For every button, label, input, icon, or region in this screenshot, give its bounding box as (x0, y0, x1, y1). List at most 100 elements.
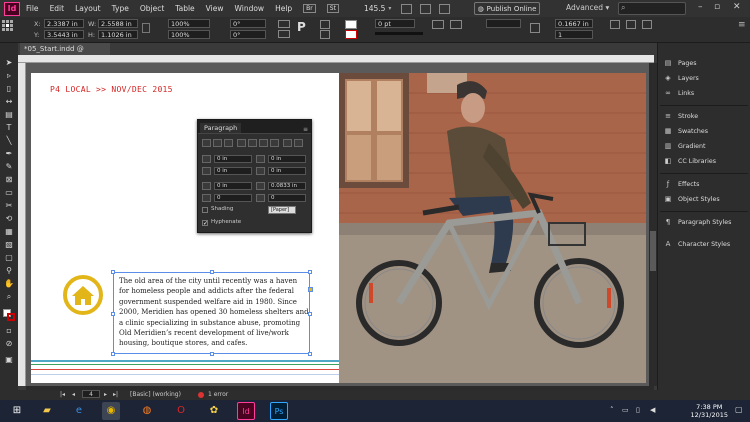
vertical-ruler[interactable] (18, 63, 26, 386)
publish-online-button[interactable]: ◍ Publish Online (474, 2, 540, 15)
out-port-icon[interactable] (308, 287, 313, 292)
select-content-icon[interactable] (320, 30, 330, 39)
stock-icon[interactable]: St (326, 4, 339, 13)
firefox-icon[interactable]: ◍ (138, 402, 156, 420)
tray-volume-icon[interactable]: ◀ (650, 406, 655, 414)
line-tool-icon[interactable]: ╲ (4, 136, 14, 146)
cyclist-photo[interactable] (339, 73, 646, 383)
indesign-taskbar-icon[interactable]: Id (237, 402, 255, 420)
content-collector-icon[interactable]: ▤ (4, 110, 14, 120)
stroke-color-icon[interactable] (7, 313, 15, 321)
fit-content-icon[interactable] (626, 20, 636, 29)
drop-shadow-icon[interactable] (450, 20, 462, 29)
justify-center-icon[interactable] (248, 139, 257, 147)
resize-handle[interactable] (308, 312, 312, 316)
menu-file[interactable]: File (26, 4, 39, 13)
type-tool-icon[interactable]: T (4, 123, 14, 133)
width-field[interactable]: 2.5588 in (98, 19, 138, 28)
maximize-button[interactable]: ▫ (714, 2, 720, 12)
resize-handle[interactable] (111, 270, 115, 274)
panel-swatches[interactable]: ▦ Swatches (664, 125, 708, 137)
align-away-spine-icon[interactable] (294, 139, 303, 147)
shading-swatch[interactable]: [Paper] (268, 206, 296, 214)
resize-handle[interactable] (111, 352, 115, 356)
space-before-field[interactable]: 0 in (214, 182, 252, 190)
panel-menu-icon[interactable]: ≡ (303, 126, 308, 133)
page-tool-icon[interactable]: ▯ (4, 84, 14, 94)
apply-none-icon[interactable]: ⊘ (4, 339, 14, 349)
bridge-icon[interactable]: Br (303, 4, 316, 13)
zoom-tool-icon[interactable]: ⌕ (4, 292, 14, 302)
note-tool-icon[interactable]: ▢ (4, 253, 14, 263)
eyedropper-tool-icon[interactable]: ⚲ (4, 266, 14, 276)
prev-page-icon[interactable]: ◂ (72, 391, 75, 398)
folio-header[interactable]: P4 LOCAL >> NOV/DEC 2015 (50, 85, 173, 94)
gap-tool-icon[interactable]: ↔ (4, 97, 14, 107)
panel-object-styles[interactable]: ▣ Object Styles (664, 193, 720, 205)
auto-fit-icon[interactable] (610, 20, 620, 29)
flip-icon[interactable] (278, 30, 290, 38)
direct-selection-tool-icon[interactable]: ▹ (4, 71, 14, 81)
page-number-field[interactable]: 4 (82, 390, 100, 398)
shading-checkbox[interactable] (202, 207, 208, 213)
pinwheel-app-icon[interactable]: ✿ (205, 402, 223, 420)
rectangle-tool-icon[interactable]: ▭ (4, 188, 14, 198)
ref-width-field[interactable]: 0.1667 in (555, 19, 593, 28)
paragraph-panel[interactable]: Paragraph ≡ 0 in 0 in 0 in 0 in 0 in 0.0… (197, 119, 312, 233)
justify-left-icon[interactable] (237, 139, 246, 147)
last-line-indent-field[interactable]: 0 in (268, 167, 306, 175)
panel-layers[interactable]: ◈ Layers (664, 72, 699, 84)
vertical-scrollbar[interactable] (649, 63, 657, 386)
panel-character-styles[interactable]: A Character Styles (664, 238, 731, 250)
free-transform-tool-icon[interactable]: ⟲ (4, 214, 14, 224)
shear-field[interactable]: 0° (230, 30, 266, 39)
left-indent-field[interactable]: 0 in (214, 155, 252, 163)
selection-tool-icon[interactable]: ➤ (4, 58, 14, 68)
scale-x-field[interactable]: 100% (168, 19, 210, 28)
chrome-icon[interactable]: ◉ (102, 402, 120, 420)
chevron-down-icon[interactable]: ▾ (388, 5, 391, 12)
first-line-indent-field[interactable]: 0 in (214, 167, 252, 175)
screen-mode-icon[interactable] (420, 3, 432, 14)
gradient-tool-icon[interactable]: ▦ (4, 227, 14, 237)
tray-battery-icon[interactable]: ▯ (636, 406, 640, 414)
gradient-feather-tool-icon[interactable]: ▧ (4, 240, 14, 250)
error-count[interactable]: 1 error (208, 391, 228, 398)
resize-handle[interactable] (210, 352, 214, 356)
file-explorer-icon[interactable]: ▰ (38, 402, 56, 420)
panel-menu-icon[interactable]: ≡ (738, 20, 746, 38)
rectangle-frame-tool-icon[interactable]: ⊠ (4, 175, 14, 185)
scissors-tool-icon[interactable]: ✂ (4, 201, 14, 211)
align-left-icon[interactable] (202, 139, 211, 147)
drop-cap-chars-field[interactable]: 0 (268, 194, 306, 202)
formatting-affects-container-icon[interactable]: ▫ (4, 326, 14, 336)
tray-up-icon[interactable]: ˄ (610, 406, 614, 414)
body-text[interactable]: The old area of the city until recently … (119, 276, 309, 349)
hand-tool-icon[interactable]: ✋ (4, 279, 14, 289)
select-container-icon[interactable] (320, 20, 330, 29)
fx-icon[interactable] (432, 20, 444, 29)
document-tab[interactable]: *05_Start.indd @ 146%× (20, 43, 110, 65)
menu-object[interactable]: Object (140, 4, 164, 13)
first-page-icon[interactable]: |◂ (60, 391, 65, 398)
menu-view[interactable]: View (206, 4, 224, 13)
tray-network-icon[interactable]: ▭ (622, 406, 629, 414)
y-field[interactable]: 3.5443 in (44, 30, 84, 39)
pen-tool-icon[interactable]: ✒ (4, 149, 14, 159)
photoshop-taskbar-icon[interactable]: Ps (270, 402, 288, 420)
fill-frame-icon[interactable] (642, 20, 652, 29)
stroke-type-selector[interactable] (375, 32, 423, 35)
panel-paragraph-styles[interactable]: ¶ Paragraph Styles (664, 216, 732, 228)
stroke-swatch-icon[interactable] (345, 30, 357, 39)
align-right-icon[interactable] (224, 139, 233, 147)
scroll-thumb[interactable] (650, 231, 656, 271)
menu-table[interactable]: Table (175, 4, 194, 13)
horizontal-ruler[interactable] (18, 55, 654, 63)
panel-titlebar[interactable]: Paragraph ≡ (198, 120, 311, 134)
panel-links[interactable]: ∞ Links (664, 87, 694, 99)
minimize-button[interactable]: – (698, 2, 703, 12)
pencil-tool-icon[interactable]: ✎ (4, 162, 14, 172)
home-icon[interactable] (63, 275, 103, 315)
drop-cap-lines-field[interactable]: 0 (214, 194, 252, 202)
panel-cc-libraries[interactable]: ◧ CC Libraries (664, 155, 716, 167)
